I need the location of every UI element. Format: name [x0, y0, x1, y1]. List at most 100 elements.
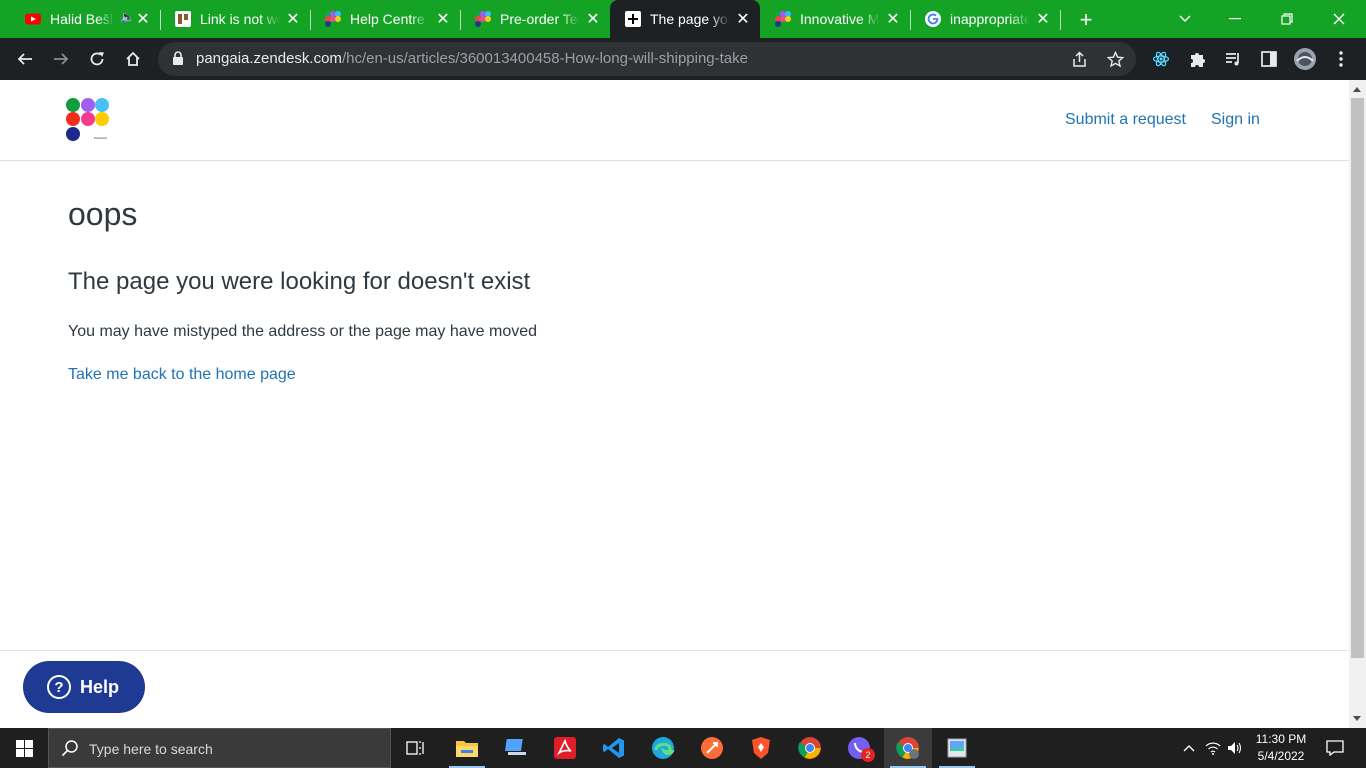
tab-help-centre[interactable]: Help Centre ✕	[310, 0, 461, 38]
pangaia-icon	[475, 11, 491, 27]
postman-icon[interactable]	[688, 728, 736, 768]
help-widget-button[interactable]: ? Help	[23, 661, 145, 713]
close-tab-icon[interactable]: ✕	[734, 10, 752, 28]
tab-title: Pre-order Terms	[500, 11, 580, 27]
help-label: Help	[80, 677, 120, 697]
tab-youtube[interactable]: Halid Bešlić 🔈 ✕	[10, 0, 161, 38]
taskbar-search-box[interactable]: Type here to search	[48, 728, 391, 768]
profile-avatar-icon[interactable]	[1293, 47, 1317, 71]
pangaia-icon	[775, 11, 791, 27]
scroll-up-arrow[interactable]	[1353, 87, 1361, 92]
react-devtools-icon[interactable]	[1149, 47, 1173, 71]
close-tab-icon[interactable]: ✕	[134, 10, 152, 28]
tab-preorder[interactable]: Pre-order Terms ✕	[460, 0, 610, 38]
search-placeholder: Type here to search	[89, 741, 213, 757]
logo-dot	[81, 98, 95, 112]
home-page-link[interactable]: Take me back to the home page	[68, 366, 296, 384]
speaker-icon[interactable]: 🔈	[120, 10, 135, 24]
extensions-puzzle-icon[interactable]	[1185, 47, 1209, 71]
tab-title: Link is not working	[200, 11, 280, 27]
windows-taskbar: Type here to search 2 11:30 PM 5/4/2022	[0, 728, 1366, 768]
chrome-menu-icon[interactable]	[1329, 47, 1353, 71]
tab-title: Halid Bešlić	[50, 11, 114, 27]
close-tab-icon[interactable]: ✕	[284, 10, 302, 28]
edge-icon[interactable]	[639, 728, 687, 768]
url-path: /hc/en-us/articles/360013400458-How-long…	[341, 50, 748, 67]
youtube-icon	[25, 13, 41, 25]
tab-active-page[interactable]: The page you were looking for ✕	[610, 0, 760, 38]
google-icon	[925, 11, 941, 27]
logo-dot	[95, 112, 109, 126]
logo-dot	[66, 127, 80, 141]
clock-date: 5/4/2022	[1257, 749, 1305, 763]
show-hidden-icons[interactable]	[1178, 728, 1200, 768]
search-icon	[61, 740, 78, 757]
url-text[interactable]: pangaia.zendesk.com/hc/en-us/articles/36…	[196, 50, 748, 67]
tab-google[interactable]: inappropriate ✕	[910, 0, 1061, 38]
brave-icon[interactable]	[737, 728, 785, 768]
tab-trello[interactable]: Link is not working ✕	[160, 0, 311, 38]
logo-dot	[81, 112, 95, 126]
acrobat-reader-icon[interactable]	[541, 728, 589, 768]
tab-title: Innovative Materials	[800, 11, 880, 27]
chrome-icon[interactable]	[786, 728, 834, 768]
sign-in-link[interactable]: Sign in	[1211, 111, 1260, 129]
scrollbar-thumb[interactable]	[1351, 98, 1364, 658]
footer-divider	[0, 650, 1349, 651]
volume-icon[interactable]	[1224, 728, 1246, 768]
trello-icon	[175, 11, 191, 27]
error-description: You may have mistyped the address or the…	[68, 323, 538, 340]
bookmark-star-icon[interactable]	[1104, 48, 1126, 70]
page-scrollbar[interactable]	[1349, 80, 1366, 728]
lock-icon[interactable]	[172, 51, 184, 65]
close-tab-icon[interactable]: ✕	[434, 10, 452, 28]
browser-tab-strip: Halid Bešlić 🔈 ✕ Link is not working ✕ H…	[0, 0, 1366, 38]
question-icon: ?	[47, 675, 71, 699]
logo-wordmark: PANGAIA	[94, 136, 108, 140]
this-pc-icon[interactable]	[492, 728, 540, 768]
close-tab-icon[interactable]: ✕	[584, 10, 602, 28]
start-button[interactable]	[0, 728, 48, 768]
file-explorer-icon[interactable]	[443, 728, 491, 768]
url-host: pangaia.zendesk.com	[196, 50, 342, 67]
chrome-profile-icon[interactable]	[884, 728, 932, 768]
error-subheading: The page you were looking for doesn't ex…	[68, 268, 531, 295]
close-window-button[interactable]	[1314, 0, 1364, 38]
clock-time: 11:30 PM	[1255, 732, 1307, 746]
side-panel-icon[interactable]	[1257, 47, 1281, 71]
tab-innovative[interactable]: Innovative Materials ✕	[760, 0, 911, 38]
wifi-icon[interactable]	[1202, 728, 1224, 768]
media-control-icon[interactable]	[1221, 47, 1245, 71]
vscode-icon[interactable]	[590, 728, 638, 768]
pangaia-logo[interactable]: PANGAIA	[66, 98, 110, 142]
tab-title: inappropriate	[950, 11, 1030, 27]
web-page: PANGAIA Submit a request Sign in oops Th…	[0, 80, 1349, 728]
viber-icon[interactable]: 2	[835, 728, 883, 768]
submit-request-link[interactable]: Submit a request	[1065, 111, 1186, 129]
task-view-icon[interactable]	[392, 728, 440, 768]
home-icon[interactable]	[121, 47, 145, 71]
tab-title: Help Centre	[350, 11, 425, 27]
logo-dot	[66, 98, 80, 112]
logo-dot	[66, 112, 80, 126]
scroll-down-arrow[interactable]	[1353, 716, 1361, 721]
address-bar[interactable]: pangaia.zendesk.com/hc/en-us/articles/36…	[158, 42, 1136, 76]
browser-toolbar: pangaia.zendesk.com/hc/en-us/articles/36…	[0, 38, 1366, 80]
back-icon[interactable]	[13, 47, 37, 71]
minimize-button[interactable]	[1210, 0, 1260, 38]
windows-icon	[15, 739, 33, 757]
new-tab-button[interactable]: +	[1074, 7, 1098, 32]
close-tab-icon[interactable]: ✕	[1034, 10, 1052, 28]
reload-icon[interactable]	[85, 47, 109, 71]
share-icon[interactable]	[1068, 48, 1090, 70]
photos-app-icon[interactable]	[933, 728, 981, 768]
tab-title: The page you were looking for	[650, 11, 730, 27]
tab-separator	[1060, 10, 1061, 30]
forward-icon[interactable]	[49, 47, 73, 71]
close-tab-icon[interactable]: ✕	[884, 10, 902, 28]
system-clock[interactable]: 11:30 PM 5/4/2022	[1244, 731, 1318, 765]
restore-button[interactable]	[1262, 0, 1312, 38]
tab-search-icon[interactable]	[1160, 0, 1210, 38]
notifications-icon[interactable]	[1320, 728, 1350, 768]
page-title: oops	[68, 196, 138, 232]
